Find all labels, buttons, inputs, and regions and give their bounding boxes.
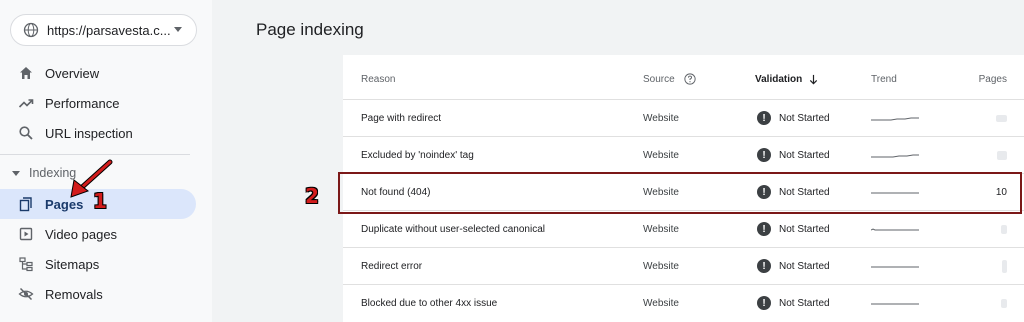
blurred-count xyxy=(996,114,1007,122)
header-pages: Pages xyxy=(978,73,1007,85)
table-row[interactable]: Page with redirect Website ! Not Started xyxy=(343,99,1024,136)
help-icon[interactable] xyxy=(684,73,696,85)
header-source-label: Source xyxy=(643,73,675,85)
header-trend: Trend xyxy=(871,73,897,85)
pages-icon xyxy=(19,197,32,212)
table-row[interactable]: Redirect error Website ! Not Started xyxy=(343,247,1024,284)
row-source: Website xyxy=(643,297,679,309)
not-started-icon: ! xyxy=(757,222,771,236)
row-pages xyxy=(997,137,1007,173)
globe-icon xyxy=(23,22,39,38)
row-reason: Redirect error xyxy=(361,260,423,272)
table-row[interactable]: Duplicate without user-selected canonica… xyxy=(343,210,1024,247)
removals-icon xyxy=(18,287,34,301)
row-pages xyxy=(1001,211,1007,247)
sort-arrow-down-icon xyxy=(810,74,818,84)
table-row[interactable]: Excluded by 'noindex' tag Website ! Not S… xyxy=(343,136,1024,173)
row-validation-status: Not Started xyxy=(779,149,830,161)
not-started-icon: ! xyxy=(757,148,771,162)
collapse-arrow-icon xyxy=(12,170,20,176)
nav-video-pages[interactable]: Video pages xyxy=(0,219,196,249)
nav-url-inspection[interactable]: URL inspection xyxy=(0,118,196,148)
annotation-arrow-icon xyxy=(70,159,113,198)
nav-video-pages-label: Video pages xyxy=(45,226,118,242)
annotation-number-2: 2 xyxy=(305,184,319,208)
row-validation: ! Not Started xyxy=(757,100,830,136)
row-trend-sparkline xyxy=(871,211,919,247)
chevron-down-icon xyxy=(174,27,182,32)
row-trend-sparkline xyxy=(871,137,919,173)
row-source: Website xyxy=(643,223,679,235)
property-selector[interactable]: https://parsavesta.c... xyxy=(10,14,197,46)
header-validation[interactable]: Validation xyxy=(755,73,819,85)
blurred-count xyxy=(1001,224,1007,234)
video-icon xyxy=(19,227,33,241)
header-source: Source xyxy=(643,73,696,85)
row-validation-status: Not Started xyxy=(779,297,830,309)
nav-sitemaps-label: Sitemaps xyxy=(45,256,100,272)
row-validation-status: Not Started xyxy=(779,112,830,124)
row-validation: ! Not Started xyxy=(757,248,830,284)
row-validation: ! Not Started xyxy=(757,211,830,247)
highlight-box xyxy=(338,172,1022,214)
search-icon xyxy=(19,126,33,140)
row-reason: Blocked due to other 4xx issue xyxy=(361,297,498,309)
row-pages xyxy=(1001,285,1007,321)
header-validation-label: Validation xyxy=(755,73,803,85)
row-validation-status: Not Started xyxy=(779,223,830,235)
sitemap-icon xyxy=(19,257,33,272)
nav-removals-label: Removals xyxy=(45,286,103,302)
row-reason: Page with redirect xyxy=(361,112,442,124)
row-validation: ! Not Started xyxy=(757,137,830,173)
property-url: https://parsavesta.c... xyxy=(47,22,171,38)
home-icon xyxy=(20,67,32,79)
not-started-icon: ! xyxy=(757,111,771,125)
nav-url-inspection-label: URL inspection xyxy=(45,125,133,141)
row-source: Website xyxy=(643,149,679,161)
header-reason: Reason xyxy=(361,73,396,85)
not-started-icon: ! xyxy=(757,259,771,273)
table-row[interactable]: Blocked due to other 4xx issue Website !… xyxy=(343,284,1024,321)
blurred-count xyxy=(997,150,1007,160)
row-trend-sparkline xyxy=(871,100,919,136)
row-pages xyxy=(996,100,1007,136)
row-source: Website xyxy=(643,260,679,272)
row-reason: Excluded by 'noindex' tag xyxy=(361,149,474,161)
nav-sitemaps[interactable]: Sitemaps xyxy=(0,249,196,279)
page-title: Page indexing xyxy=(256,20,364,39)
nav-removals[interactable]: Removals xyxy=(0,279,196,309)
nav-overview[interactable]: Overview xyxy=(0,58,196,88)
row-validation-status: Not Started xyxy=(779,260,830,272)
row-trend-sparkline xyxy=(871,248,919,284)
row-source: Website xyxy=(643,112,679,124)
nav-overview-label: Overview xyxy=(45,65,100,81)
blurred-count xyxy=(1002,259,1007,273)
row-pages xyxy=(1002,248,1007,284)
nav-performance[interactable]: Performance xyxy=(0,88,196,118)
row-trend-sparkline xyxy=(871,285,919,321)
not-started-icon: ! xyxy=(757,296,771,310)
row-validation: ! Not Started xyxy=(757,285,830,321)
blurred-count xyxy=(1001,298,1007,308)
trending-up-icon xyxy=(18,99,34,108)
row-reason: Duplicate without user-selected canonica… xyxy=(361,223,545,235)
nav-performance-label: Performance xyxy=(45,95,120,111)
